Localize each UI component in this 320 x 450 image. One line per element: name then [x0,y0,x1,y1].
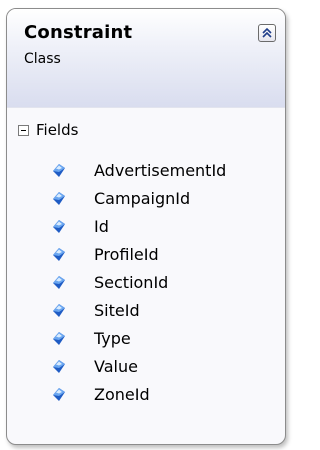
field-diamond-icon [53,304,65,317]
field-name: Id [94,217,109,236]
minus-box-icon[interactable] [18,124,29,136]
double-chevron-up-icon [262,27,272,38]
field-diamond-icon [53,388,65,401]
field-name: SiteId [94,301,140,320]
field-diamond-icon [53,248,65,261]
field-diamond-icon [53,360,65,373]
field-diamond-icon [53,276,65,289]
field-name: ProfileId [94,245,159,264]
field-diamond-icon [53,164,65,177]
field-name: AdvertisementId [94,161,227,180]
fields-section-label: Fields [36,121,79,139]
class-shape[interactable]: Constraint Class Fields AdvertisementId [6,8,286,445]
field-diamond-icon [53,192,65,205]
field-name: CampaignId [94,189,191,208]
class-header: Constraint Class [7,9,285,108]
field-diamond-icon [53,332,65,345]
field-name: ZoneId [94,385,150,404]
class-title: Constraint [24,22,133,43]
field-name: Type [94,329,131,348]
field-name: SectionId [94,273,169,292]
collapse-button[interactable] [258,24,276,42]
fields-section-header[interactable]: Fields [18,120,78,140]
field-name: Value [94,357,138,376]
field-diamond-icon [53,220,65,233]
class-kind-label: Class [24,51,61,67]
